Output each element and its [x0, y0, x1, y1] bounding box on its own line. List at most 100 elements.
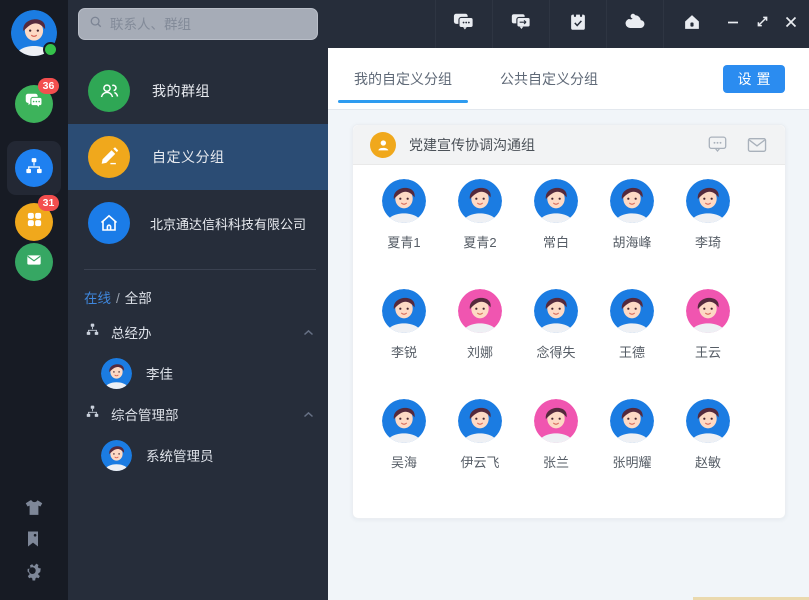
member-name: 刘娜	[466, 345, 493, 360]
member-avatar	[101, 357, 132, 389]
group-title: 党建宣传协调沟通组	[409, 136, 535, 153]
bookmark-button[interactable]	[23, 529, 45, 551]
chevron-up-icon[interactable]	[303, 405, 314, 423]
group-avatar-icon	[370, 131, 396, 158]
close-button[interactable]	[777, 0, 805, 48]
group-member[interactable]: 李锐	[366, 289, 442, 390]
bookmark-icon	[23, 531, 43, 553]
toolbar-tasks-button[interactable]	[549, 0, 606, 48]
member-avatar	[534, 399, 578, 443]
group-card-header: 党建宣传协调沟通组	[353, 125, 785, 165]
sidebar-item-custom-groups[interactable]: 自定义分组	[68, 124, 328, 190]
member-name: 常白	[542, 235, 569, 250]
tree-member[interactable]: 李佳	[68, 351, 328, 395]
member-grid: 夏青1 夏青2 常白 胡海峰 李琦 李锐 刘娜 念得失 王德 王云 吴海 伊云飞…	[353, 165, 785, 518]
org-chart-icon	[85, 404, 100, 424]
toolbar-cloud-button[interactable]	[606, 0, 663, 48]
toolbar-forward-button[interactable]	[492, 0, 549, 48]
group-chat-button[interactable]	[707, 135, 729, 155]
group-member[interactable]: 吴海	[366, 399, 442, 500]
group-member[interactable]: 刘娜	[442, 289, 518, 390]
title-bar	[68, 0, 809, 48]
tab-bar: 我的自定义分组 公共自定义分组 设置	[328, 48, 809, 110]
left-rail: 36 31	[0, 0, 68, 600]
member-avatar	[686, 289, 730, 333]
filter-all-link[interactable]: 全部	[125, 291, 152, 306]
theme-shirt-icon	[23, 500, 45, 523]
member-name: 吴海	[390, 455, 417, 470]
group-member[interactable]: 王云	[670, 289, 746, 390]
settings-gear-icon	[23, 563, 44, 586]
filter-separator: /	[116, 291, 120, 306]
chat-forward-icon	[508, 11, 534, 38]
member-avatar	[458, 399, 502, 443]
group-member[interactable]: 李琦	[670, 179, 746, 280]
group-member[interactable]: 张明耀	[594, 399, 670, 500]
member-name: 赵敏	[694, 455, 721, 470]
member-name: 张兰	[542, 455, 569, 470]
sidebar-item-my-groups[interactable]: 我的群组	[68, 58, 328, 124]
member-name: 夏青2	[463, 235, 497, 250]
online-status-dot	[43, 42, 58, 57]
search-icon	[89, 15, 110, 34]
group-member[interactable]: 常白	[518, 179, 594, 280]
member-name: 夏青1	[387, 235, 421, 250]
group-member[interactable]: 赵敏	[670, 399, 746, 500]
group-card: 党建宣传协调沟通组 夏青1 夏青2 常白 胡海峰 李琦 李锐 刘娜 念得失 王德…	[352, 124, 786, 519]
toolbar-messages-button[interactable]	[435, 0, 492, 48]
chevron-up-icon[interactable]	[303, 323, 314, 341]
search-box[interactable]	[78, 8, 318, 40]
group-member[interactable]: 伊云飞	[442, 399, 518, 500]
member-avatar	[458, 289, 502, 333]
department-label: 综合管理部	[111, 408, 179, 423]
org-tree: 总经办 李佳 综合管理部 系统管理员	[68, 313, 328, 477]
maximize-icon	[755, 14, 770, 34]
group-member[interactable]: 夏青2	[442, 179, 518, 280]
minimize-button[interactable]	[719, 0, 747, 48]
member-avatar	[610, 289, 654, 333]
tree-department[interactable]: 综合管理部	[68, 395, 328, 433]
department-label: 总经办	[111, 326, 152, 341]
sidebar-item-company[interactable]: 北京通达信科科技有限公司	[68, 190, 328, 256]
theme-button[interactable]	[23, 497, 45, 519]
org-contacts-nav-button[interactable]	[15, 149, 53, 187]
tab-public-custom-groups[interactable]: 公共自定义分组	[498, 48, 600, 109]
filter-online-link[interactable]: 在线	[84, 291, 111, 306]
member-name: 念得失	[536, 345, 576, 360]
search-input[interactable]	[110, 16, 307, 32]
contacts-clover-icon	[25, 210, 44, 234]
group-member[interactable]: 胡海峰	[594, 179, 670, 280]
tab-my-custom-groups[interactable]: 我的自定义分组	[338, 48, 468, 109]
pencil-icon	[88, 136, 130, 178]
tree-member[interactable]: 系统管理员	[68, 433, 328, 477]
org-chart-icon	[24, 156, 44, 181]
group-people-icon	[88, 70, 130, 112]
member-avatar	[534, 179, 578, 223]
home-icon	[88, 202, 130, 244]
group-mail-button[interactable]	[746, 135, 768, 155]
group-member[interactable]: 张兰	[518, 399, 594, 500]
member-avatar	[610, 179, 654, 223]
presence-filter: 在线 / 全部	[68, 270, 328, 313]
group-member[interactable]: 夏青1	[366, 179, 442, 280]
tree-department[interactable]: 总经办	[68, 313, 328, 351]
group-member[interactable]: 王德	[594, 289, 670, 390]
member-name: 张明耀	[612, 455, 652, 470]
im-client-window: 36 31 联系人、群组 我的群组 自定义分组 北京通达信科科技有限公司 在线 …	[0, 0, 809, 600]
org-chart-icon	[85, 322, 100, 342]
member-name: 胡海峰	[612, 235, 652, 250]
settings-button[interactable]: 设置	[723, 64, 785, 93]
mail-nav-button[interactable]	[15, 243, 53, 281]
maximize-button[interactable]	[748, 0, 776, 48]
settings-button-rail[interactable]	[23, 561, 45, 583]
chat-unread-badge: 36	[38, 78, 59, 94]
member-avatar	[382, 289, 426, 333]
sidebar-item-label: 北京通达信科科技有限公司	[150, 216, 307, 232]
toolbar-home-button[interactable]	[663, 0, 720, 48]
group-member[interactable]: 念得失	[518, 289, 594, 390]
main-panel: 我的自定义分组 公共自定义分组 设置 党建宣传协调沟通组 夏青1 夏青2 常白 …	[328, 48, 809, 600]
mail-icon	[24, 250, 44, 275]
tab-label: 公共自定义分组	[500, 70, 598, 87]
member-name: 王云	[694, 345, 721, 360]
member-name: 李锐	[390, 345, 417, 360]
